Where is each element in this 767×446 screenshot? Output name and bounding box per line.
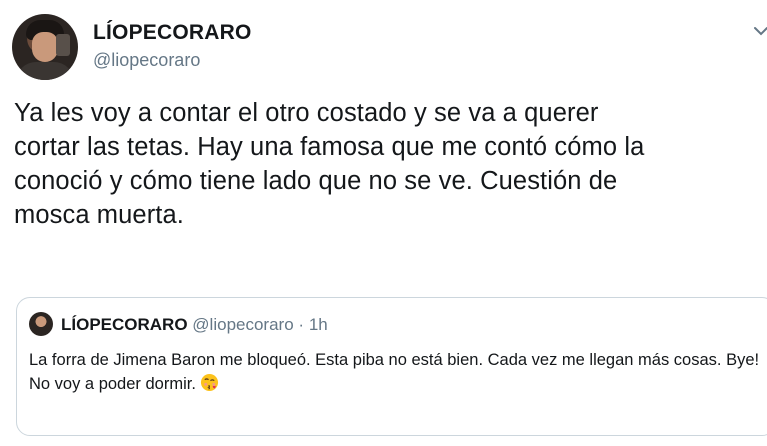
author-avatar[interactable] bbox=[12, 14, 78, 80]
quoted-tweet-text: La forra de Jimena Baron me bloqueó. Est… bbox=[29, 348, 767, 396]
tweet-text: Ya les voy a contar el otro costado y se… bbox=[14, 99, 645, 229]
quoted-author-handle: @liopecoraro bbox=[192, 315, 294, 334]
author-name[interactable]: LÍOPECORARO bbox=[93, 21, 252, 45]
avatar-phone bbox=[56, 34, 70, 56]
quoted-author-avatar bbox=[29, 312, 53, 336]
quoted-tweet[interactable]: LÍOPECORARO @liopecoraro · 1h La forra d… bbox=[16, 297, 767, 436]
quoted-author-name: LÍOPECORARO bbox=[61, 315, 188, 334]
chevron-down-icon[interactable] bbox=[752, 22, 767, 40]
author-handle[interactable]: @liopecoraro bbox=[93, 50, 200, 71]
quoted-text-line2-wrap: No voy a poder dormir. bbox=[29, 372, 767, 396]
quoted-tweet-header: LÍOPECORARO @liopecoraro · 1h bbox=[61, 315, 328, 335]
quoted-timestamp: 1h bbox=[308, 315, 328, 334]
kissing-face-emoji-icon bbox=[200, 373, 218, 392]
avatar-shirt bbox=[16, 62, 74, 80]
quoted-text-line2: No voy a poder dormir. bbox=[29, 375, 196, 393]
quoted-separator: · bbox=[298, 315, 305, 334]
tweet-card[interactable]: LÍOPECORARO @liopecoraro Ya les voy a co… bbox=[0, 0, 767, 446]
avatar-face bbox=[32, 32, 58, 62]
quoted-text-line1: La forra de Jimena Baron me bloqueó. Est… bbox=[29, 351, 760, 369]
